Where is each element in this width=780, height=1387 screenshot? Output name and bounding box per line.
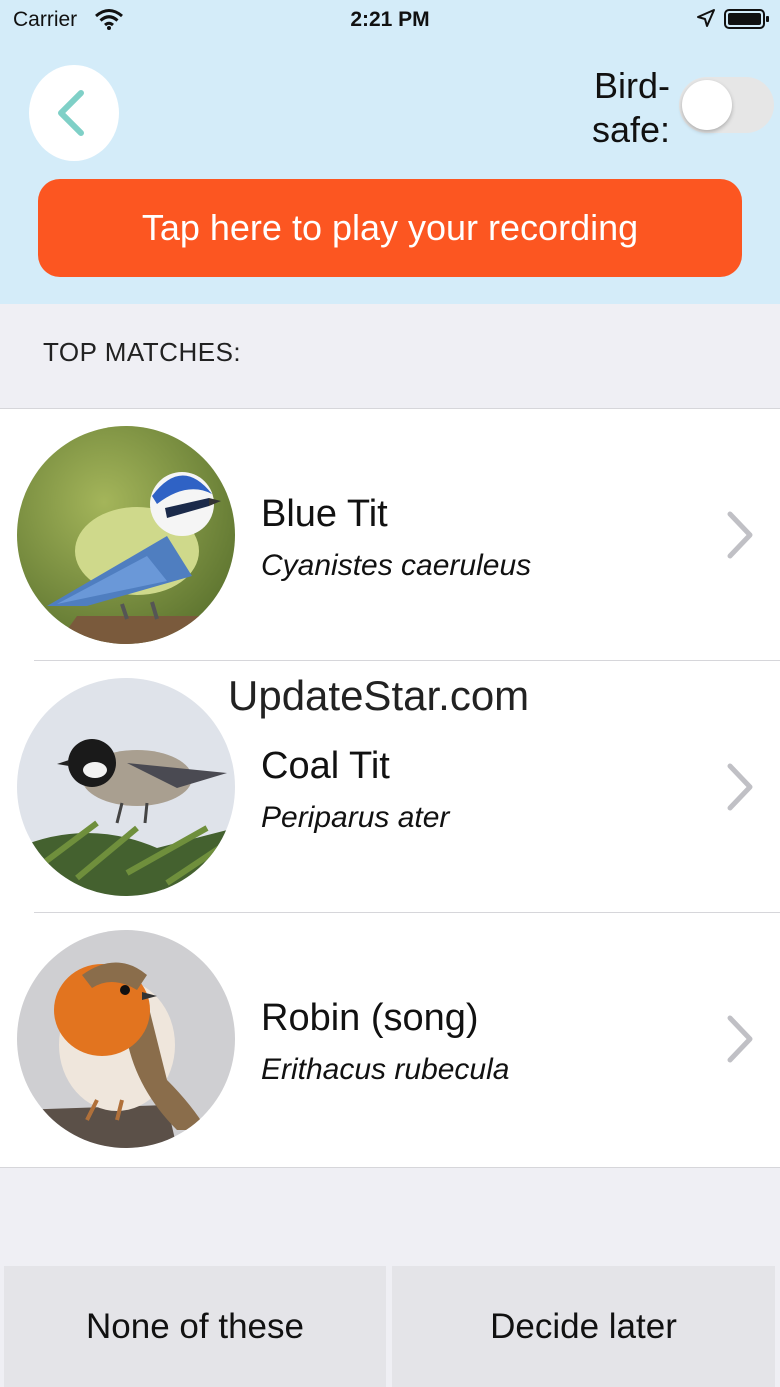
watermark: UpdateStar.com xyxy=(228,672,530,719)
bird-latin-name: Erithacus rubecula xyxy=(261,1053,510,1086)
status-bar: Carrier 2:21 PM xyxy=(0,0,780,40)
robin-photo xyxy=(17,930,235,1148)
play-recording-button[interactable]: Tap here to play your recording xyxy=(38,179,742,277)
bird-latin-name: Cyanistes caeruleus xyxy=(261,549,532,582)
bird-name: Robin (song) xyxy=(261,997,479,1039)
matches-list: Blue Tit Cyanistes caeruleus Coal Tit Pe… xyxy=(0,408,780,1168)
clock-time: 2:21 PM xyxy=(350,8,430,31)
coal-tit-photo xyxy=(17,678,235,896)
back-button[interactable] xyxy=(29,65,119,161)
list-item[interactable]: Robin (song) Erithacus rubecula xyxy=(0,913,780,1165)
bird-safe-label-line1: Bird- xyxy=(593,65,670,106)
chevron-left-icon xyxy=(58,90,84,136)
decide-later-button[interactable]: Decide later xyxy=(392,1266,775,1387)
bird-safe-toggle[interactable] xyxy=(679,77,774,133)
none-of-these-button[interactable]: None of these xyxy=(4,1266,386,1387)
location-arrow-icon xyxy=(696,8,716,34)
list-item[interactable]: Blue Tit Cyanistes caeruleus xyxy=(0,409,780,661)
top-matches-heading: TOP MATCHES: xyxy=(43,337,242,367)
bird-name: Blue Tit xyxy=(261,493,388,535)
toggle-knob xyxy=(682,80,732,130)
bird-safe-label-line2: safe: xyxy=(591,109,670,150)
battery-icon xyxy=(724,9,770,35)
chevron-right-icon xyxy=(727,1015,753,1063)
header: Carrier 2:21 PM Bird- safe: Tap here to … xyxy=(0,0,780,304)
bird-name: Coal Tit xyxy=(261,745,390,787)
blue-tit-photo xyxy=(17,426,235,644)
bird-safe-label: Bird- safe: xyxy=(570,64,670,152)
chevron-right-icon xyxy=(727,763,753,811)
bird-latin-name: Periparus ater xyxy=(261,801,450,834)
chevron-right-icon xyxy=(727,511,753,559)
